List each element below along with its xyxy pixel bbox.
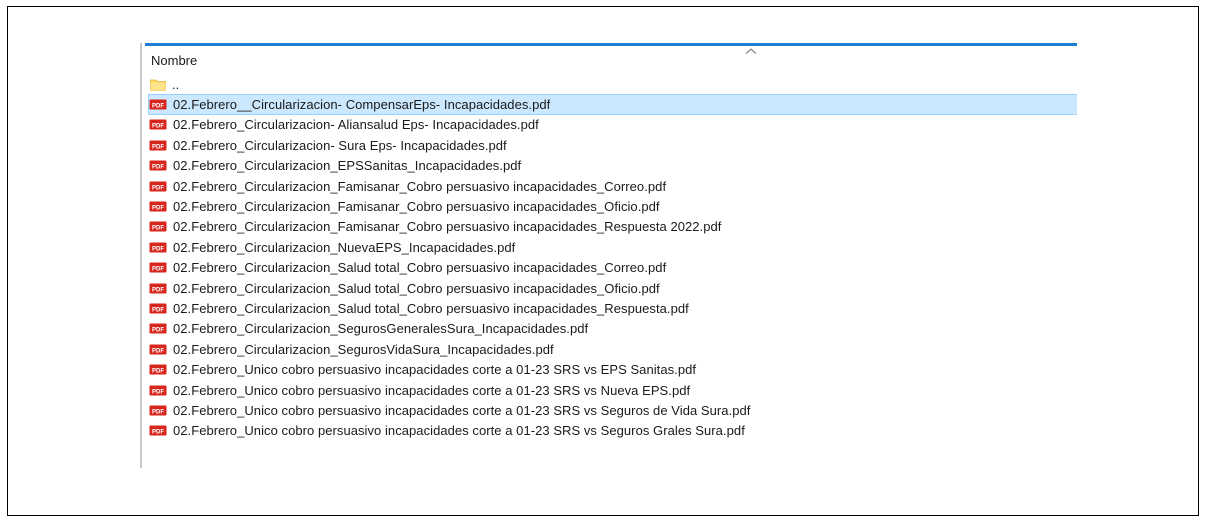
file-name: 02.Febrero_Unico cobro persuasivo incapa…	[173, 402, 751, 418]
pdf-file-icon: PDF	[149, 385, 167, 396]
svg-text:PDF: PDF	[152, 307, 164, 313]
file-row[interactable]: PDF 02.Febrero_Unico cobro persuasivo inc…	[148, 400, 1077, 420]
pdf-file-icon: PDF	[149, 405, 167, 416]
column-header-name[interactable]: Nombre	[151, 53, 197, 68]
svg-text:PDF: PDF	[152, 430, 164, 436]
pdf-file-icon: PDF	[149, 323, 167, 334]
chevron-up-icon[interactable]	[745, 47, 757, 55]
file-name: 02.Febrero_Circularizacion_Famisanar_Cob…	[173, 219, 722, 235]
file-row[interactable]: PDF 02.Febrero_Circularizacion_Salud tota…	[148, 278, 1077, 298]
file-row[interactable]: PDF 02.Febrero__Circularizacion- Compensa…	[148, 94, 1077, 115]
svg-text:PDF: PDF	[152, 348, 164, 354]
file-name: 02.Febrero_Circularizacion_SegurosGenera…	[173, 321, 589, 337]
svg-text:PDF: PDF	[152, 165, 164, 171]
svg-text:PDF: PDF	[152, 246, 164, 252]
file-row[interactable]: PDF 02.Febrero_Circularizacion- Aliansalu…	[148, 115, 1077, 135]
svg-text:PDF: PDF	[152, 103, 164, 109]
svg-text:PDF: PDF	[152, 205, 164, 211]
file-row[interactable]: PDF 02.Febrero_Circularizacion_Salud tota…	[148, 298, 1077, 318]
pdf-file-icon: PDF	[149, 303, 167, 314]
file-name: 02.Febrero_Circularizacion_Famisanar_Cob…	[173, 178, 667, 194]
pdf-file-icon: PDF	[149, 119, 167, 130]
pdf-file-icon: PDF	[149, 160, 167, 171]
svg-text:PDF: PDF	[152, 328, 164, 334]
header-accent-rule	[145, 43, 1077, 46]
file-name: 02.Febrero_Circularizacion_Salud total_C…	[173, 300, 689, 316]
file-name: 02.Febrero__Circularizacion- CompensarEp…	[173, 97, 551, 113]
file-row[interactable]: PDF 02.Febrero_Circularizacion_EPSSanitas…	[148, 156, 1077, 176]
file-row[interactable]: PDF 02.Febrero_Circularizacion_Famisanar_…	[148, 176, 1077, 196]
svg-text:PDF: PDF	[152, 124, 164, 130]
file-name: 02.Febrero_Unico cobro persuasivo incapa…	[173, 362, 697, 378]
file-name: 02.Febrero_Circularizacion_Salud total_C…	[173, 260, 667, 276]
svg-text:PDF: PDF	[152, 144, 164, 150]
file-name: 02.Febrero_Circularizacion_SegurosVidaSu…	[173, 341, 554, 357]
file-name: 02.Febrero_Circularizacion_Salud total_C…	[173, 280, 660, 296]
file-name: 02.Febrero_Circularizacion_EPSSanitas_In…	[173, 158, 522, 174]
file-row[interactable]: PDF 02.Febrero_Circularizacion_SegurosVid…	[148, 339, 1077, 359]
pdf-file-icon: PDF	[149, 140, 167, 151]
pdf-file-icon: PDF	[149, 262, 167, 273]
file-name: 02.Febrero_Circularizacion- Aliansalud E…	[173, 117, 539, 133]
pdf-file-icon: PDF	[149, 242, 167, 253]
left-scroll-rule	[140, 43, 142, 468]
file-list: .. PDF 02.Febrero__Circularizacion- Compe…	[148, 74, 1077, 441]
svg-text:PDF: PDF	[152, 226, 164, 232]
pdf-file-icon: PDF	[149, 201, 167, 212]
file-row[interactable]: PDF 02.Febrero_Circularizacion_Salud tota…	[148, 258, 1077, 278]
pdf-file-icon: PDF	[149, 283, 167, 294]
parent-folder-label: ..	[172, 76, 180, 92]
pdf-file-icon: PDF	[149, 221, 167, 232]
file-name: 02.Febrero_Unico cobro persuasivo incapa…	[173, 423, 745, 439]
parent-folder-row[interactable]: ..	[148, 74, 1077, 94]
file-explorer-pane: Nombre .. PDF 02.Febrero__Circularizacion…	[140, 43, 1077, 468]
svg-text:PDF: PDF	[152, 389, 164, 395]
file-row[interactable]: PDF 02.Febrero_Unico cobro persuasivo inc…	[148, 380, 1077, 400]
pdf-file-icon: PDF	[149, 364, 167, 375]
svg-text:PDF: PDF	[152, 287, 164, 293]
svg-text:PDF: PDF	[152, 185, 164, 191]
svg-text:PDF: PDF	[152, 368, 164, 374]
file-row[interactable]: PDF 02.Febrero_Circularizacion_Famisanar_…	[148, 196, 1077, 216]
svg-text:PDF: PDF	[152, 267, 164, 273]
file-row[interactable]: PDF 02.Febrero_Circularizacion_Famisanar_…	[148, 217, 1077, 237]
pdf-file-icon: PDF	[149, 425, 167, 436]
pdf-file-icon: PDF	[149, 99, 167, 110]
pdf-file-icon: PDF	[149, 181, 167, 192]
file-name: 02.Febrero_Circularizacion_Famisanar_Cob…	[173, 199, 660, 215]
file-name: 02.Febrero_Circularizacion_NuevaEPS_Inca…	[173, 239, 516, 255]
file-row[interactable]: PDF 02.Febrero_Unico cobro persuasivo inc…	[148, 421, 1077, 441]
folder-icon	[150, 79, 166, 91]
file-row[interactable]: PDF 02.Febrero_Circularizacion_NuevaEPS_I…	[148, 237, 1077, 257]
file-row[interactable]: PDF 02.Febrero_Unico cobro persuasivo inc…	[148, 359, 1077, 379]
file-row[interactable]: PDF 02.Febrero_Circularizacion- Sura Eps-…	[148, 135, 1077, 155]
file-row[interactable]: PDF 02.Febrero_Circularizacion_SegurosGen…	[148, 319, 1077, 339]
pdf-file-icon: PDF	[149, 344, 167, 355]
svg-text:PDF: PDF	[152, 409, 164, 415]
file-name: 02.Febrero_Circularizacion- Sura Eps- In…	[173, 137, 507, 153]
file-name: 02.Febrero_Unico cobro persuasivo incapa…	[173, 382, 691, 398]
